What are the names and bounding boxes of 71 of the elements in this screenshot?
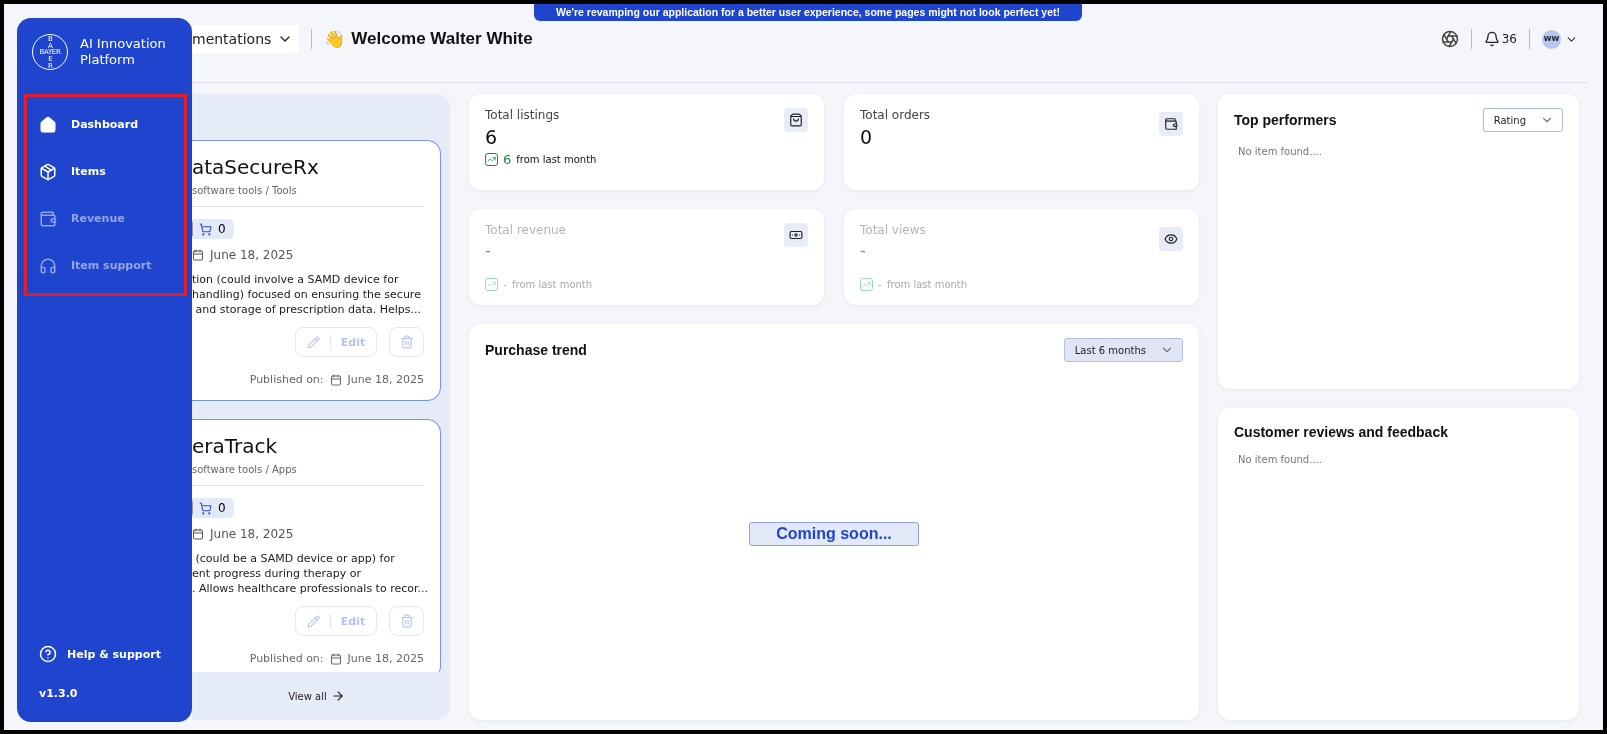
trash-icon [399,335,414,349]
pencil-icon [306,335,320,349]
calendar-icon [329,652,342,665]
published-date: June 18, 2025 [347,373,424,386]
listing-title: eraTrack [192,434,279,458]
home-icon [39,115,57,134]
notification-icon[interactable] [1483,31,1500,47]
project-dropdown[interactable]: mentations [192,25,300,53]
published-date: June 18, 2025 [347,652,424,665]
change-value: 6 [503,152,512,167]
empty-message: No item found.... [1238,454,1323,465]
wave-emoji: 👋 [324,29,346,49]
notification-count: 36 [1501,32,1517,46]
trend-icon [485,278,498,291]
version-label: v1.3.0 [39,687,79,700]
cart-count: 0 [218,501,226,515]
stat-value: 6 [485,126,499,148]
stat-title: Total listings [485,108,561,122]
coming-soon-notice: Coming soon... [749,522,919,546]
cart-icon [199,222,212,236]
change-value: - [878,278,882,291]
empty-message: No item found.... [1238,146,1323,157]
calendar-icon [192,249,204,261]
headset-icon [39,256,57,275]
help-icon [39,645,57,663]
aperture-icon[interactable] [1440,30,1459,48]
cash-icon [789,228,803,242]
stat-title: Total revenue [485,223,567,237]
stat-title: Total orders [860,108,932,122]
trend-icon [485,153,498,166]
change-caption: from last month [512,279,593,290]
wallet-icon [39,209,57,228]
eye-icon [1164,232,1178,246]
stat-title: Total views [860,223,927,237]
published-label: Published on: [249,652,324,665]
stat-value: 0 [860,126,874,148]
range-dropdown[interactable]: Last 6 months [1063,338,1183,362]
change-caption: from last month [516,154,597,165]
platform-title: AI Innovation Platform [80,36,167,68]
card-title: Top performers [1234,112,1337,128]
welcome-heading: Welcome Walter White [351,29,533,49]
calendar-icon [192,528,204,540]
published-label: Published on: [249,373,324,386]
announcement-banner: We're revamping our application for a better user experience, some pages might not look perfect yet! [534,4,1082,21]
nav-item[interactable]: Items [27,158,184,185]
category-path: software tools / Tools [192,185,424,207]
listing-description: tion (could involve a SAMD device for handling) focused on ensuring the secure and storage of prescription data. Helps... [192,272,423,317]
stat-value: - [485,241,492,260]
pencil-icon [306,614,320,628]
card-title: Purchase trend [485,342,587,358]
arrow-right-icon [330,689,345,703]
listing-date: June 18, 2025 [210,248,294,262]
cart-count: 0 [218,222,226,236]
trash-icon [399,614,414,628]
listing-date: June 18, 2025 [210,527,294,541]
calendar-icon [329,373,342,386]
sort-dropdown[interactable]: Rating [1482,108,1563,132]
bag-icon [789,113,803,127]
change-value: - [503,278,507,291]
category-path: software tools / Apps [192,464,424,486]
wallet-icon [1164,117,1178,131]
stat-value: - [860,241,867,260]
box-icon [39,162,57,181]
change-caption: from last month [887,279,968,290]
nav-item[interactable]: Dashboard [27,111,184,138]
listing-title: ataSecureRx [192,155,320,179]
card-title: Customer reviews and feedback [1234,424,1449,440]
trend-icon [860,278,873,291]
view-all-link[interactable]: View all [288,689,345,703]
help-link[interactable]: Help & support [67,647,161,661]
cart-icon [199,501,212,515]
